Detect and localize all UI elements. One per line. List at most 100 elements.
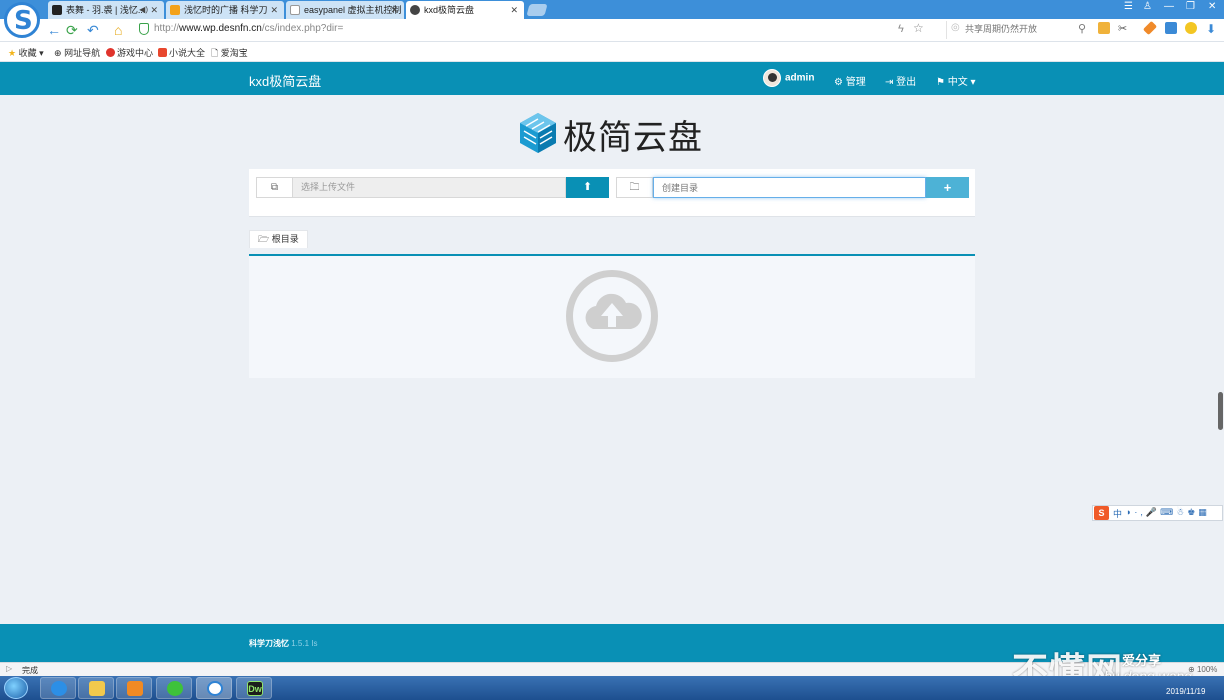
tray-date[interactable]: 2019/11/19 — [1166, 687, 1205, 696]
close-window-icon[interactable]: ✕ — [1208, 1, 1216, 12]
url-bar[interactable]: http://www.wp.desnfn.cn/cs/index.php?dir… — [136, 21, 944, 39]
book-icon — [158, 48, 167, 57]
zoom-level[interactable]: ⊕ 100% — [1188, 665, 1217, 674]
nav-language[interactable]: ⚑ 中文 ▾ — [936, 73, 976, 88]
star-icon: ★ — [8, 48, 17, 58]
page-icon: 🗋 — [211, 48, 219, 58]
close-tab-icon[interactable]: ✕ — [510, 1, 518, 19]
tab-favicon-icon — [52, 5, 62, 15]
bookmark-games[interactable]: 游戏中心 — [106, 46, 153, 59]
bookmark-nav[interactable]: ⊕ 网址导航 — [54, 46, 100, 59]
taskbar-explorer[interactable] — [78, 677, 114, 699]
upload-icon: ⬆ — [582, 181, 593, 193]
tab-favicon-icon — [290, 5, 300, 15]
user-menu[interactable]: admin — [763, 69, 814, 87]
folder-open-icon: 🗁 — [258, 234, 270, 244]
flag-icon: ⚑ — [936, 77, 945, 88]
close-tab-icon[interactable]: ✕ — [270, 1, 278, 19]
site-brand[interactable]: kxd极简云盘 — [249, 71, 321, 90]
nav-logout[interactable]: ⇥ 登出 — [885, 73, 916, 88]
file-upload-input[interactable]: 选择上传文件 — [292, 177, 566, 198]
cloud-upload-icon[interactable] — [566, 270, 658, 362]
search-icon[interactable]: ⚲ — [1078, 22, 1086, 35]
media-player-icon — [127, 681, 143, 696]
browser-tab-1[interactable]: 表舞 - 羽.裘 | 浅忆... ◀) ✕ — [48, 1, 164, 19]
sogou-browser-icon — [207, 681, 223, 696]
close-tab-icon[interactable]: ✕ — [150, 1, 158, 19]
bookmark-taobao[interactable]: 🗋 爱淘宝 — [211, 46, 248, 62]
security-shield-icon — [139, 23, 149, 35]
folder-icon: 🗀 — [616, 177, 653, 198]
game-icon — [106, 48, 115, 57]
home-icon[interactable]: ⌂ — [114, 22, 122, 38]
undo-icon[interactable]: ↶ — [87, 22, 99, 39]
minimize-icon[interactable]: — — [1164, 1, 1174, 12]
cloud-disk-logo-icon — [520, 113, 556, 153]
folder-icon — [89, 681, 105, 696]
dreamweaver-icon: Dw — [247, 681, 263, 696]
globe-icon: ⊕ — [54, 48, 62, 58]
ime-mode-icon[interactable]: 中 — [1113, 507, 1122, 520]
new-tab-button[interactable] — [526, 4, 548, 16]
tab-label: 浅忆时的广播 科学刀 — [184, 5, 268, 15]
back-icon[interactable]: ← — [47, 22, 61, 38]
wand-icon[interactable] — [1142, 20, 1158, 36]
create-directory-button[interactable]: + — [926, 177, 969, 198]
taskbar-wechat[interactable] — [156, 677, 192, 699]
ie-icon — [51, 681, 67, 696]
search-input[interactable] — [965, 21, 1085, 37]
taskbar-media[interactable] — [116, 677, 152, 699]
file-drop-zone[interactable] — [249, 254, 975, 378]
url-text[interactable]: http://www.wp.desnfn.cn/cs/index.php?dir… — [154, 23, 343, 34]
ime-tools-icons[interactable]: ◗·,🎤⌨☃♚▦ — [1126, 507, 1210, 518]
taskbar-dreamweaver[interactable]: Dw — [236, 677, 272, 699]
nav-manage[interactable]: ⚙ 管理 — [834, 73, 866, 88]
wechat-icon — [167, 681, 183, 696]
close-tab-icon[interactable]: ✕ — [390, 1, 398, 19]
create-directory-input[interactable] — [653, 177, 926, 198]
scissors-icon[interactable]: ✂ — [1118, 22, 1127, 35]
restore-icon[interactable]: ❐ — [1186, 1, 1195, 12]
bookmarks-bar: ★ 收藏 ▾ ⊕ 网址导航 游戏中心 小说大全 🗋 爱淘宝 — [0, 42, 1224, 62]
browser-tab-4[interactable]: kxd极简云盘 ✕ — [406, 1, 524, 19]
logout-icon: ⇥ — [885, 77, 894, 88]
browser-tab-3[interactable]: easypanel 虚拟主机控制 ✕ — [286, 1, 404, 19]
extension-icon[interactable] — [1098, 22, 1110, 34]
smile-icon[interactable] — [1185, 22, 1197, 34]
address-toolbar: ← ⟳ ↶ ⌂ http://www.wp.desnfn.cn/cs/index… — [0, 19, 1224, 42]
browser-tab-2[interactable]: 浅忆时的广播 科学刀 ✕ — [166, 1, 284, 19]
browser-tab-bar: 表舞 - 羽.裘 | 浅忆... ◀) ✕ 浅忆时的广播 科学刀 ✕ easyp… — [0, 0, 1224, 19]
tab-favicon-icon — [410, 5, 420, 15]
upload-button[interactable]: ⬆ — [566, 177, 609, 198]
taskbar-browser[interactable] — [196, 677, 232, 699]
tab-label: 表舞 - 羽.裘 | 浅忆... — [66, 5, 146, 15]
tab-label: easypanel 虚拟主机控制 — [304, 5, 402, 15]
tab-label: kxd极简云盘 — [424, 5, 475, 15]
bookmark-novels[interactable]: 小说大全 — [158, 46, 205, 59]
favorite-star-icon[interactable]: ☆ — [913, 21, 924, 35]
menu-icon[interactable]: ☰ — [1124, 1, 1133, 12]
lightning-icon[interactable]: ϟ — [898, 23, 904, 35]
browser-logo[interactable]: S — [4, 2, 40, 38]
shirt-icon[interactable]: ♙ — [1143, 1, 1152, 12]
windows-taskbar: Dw 2019/11/19 — [0, 676, 1224, 700]
search-box[interactable]: ◎ ⚲ — [946, 21, 1088, 39]
speaker-icon[interactable]: ◀) — [139, 1, 148, 19]
translate-icon[interactable] — [1165, 22, 1177, 34]
search-engine-icon[interactable]: ◎ — [951, 22, 960, 33]
sidebar-toggle-icon[interactable]: ▷ — [6, 664, 12, 673]
avatar — [763, 69, 781, 87]
ime-toolbar[interactable]: S 中 ◗·,🎤⌨☃♚▦ — [1092, 505, 1223, 521]
download-icon[interactable]: ⬇ — [1206, 22, 1216, 36]
scrollbar-handle[interactable] — [1218, 392, 1223, 430]
tab-favicon-icon — [170, 5, 180, 15]
sogou-icon[interactable]: S — [1094, 506, 1109, 520]
site-navbar: kxd极简云盘 admin ⚙ 管理 ⇥ 登出 ⚑ 中文 ▾ — [0, 62, 1224, 95]
bookmark-favorites[interactable]: ★ 收藏 ▾ — [8, 46, 44, 59]
refresh-icon[interactable]: ⟳ — [66, 22, 78, 39]
copy-icon: ⧉ — [256, 177, 293, 198]
footer-text: 科学刀浅忆 1.5.1 Is — [249, 639, 318, 648]
breadcrumb[interactable]: 🗁 根目录 — [249, 230, 308, 248]
taskbar-ie[interactable] — [40, 677, 76, 699]
start-button[interactable] — [4, 677, 28, 699]
